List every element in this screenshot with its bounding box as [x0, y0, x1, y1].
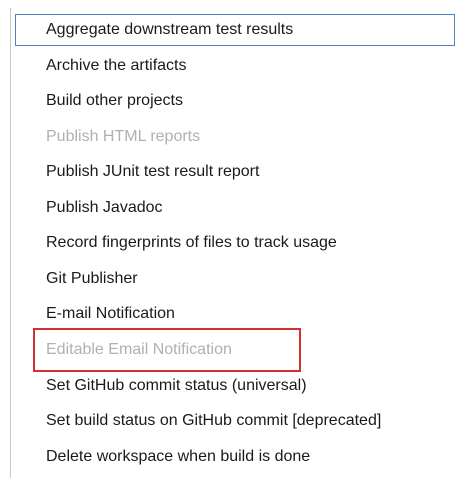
menu-item-build-other-projects[interactable]: Build other projects — [11, 84, 183, 118]
menu-item-label: Publish Javadoc — [46, 199, 163, 216]
menu-item-label: Record fingerprints of files to track us… — [46, 234, 337, 251]
menu-item-label: Aggregate downstream test results — [46, 21, 294, 38]
menu-item-set-build-status-on-github-commit[interactable]: Set build status on GitHub commit [depre… — [11, 404, 381, 438]
menu-item-record-fingerprints[interactable]: Record fingerprints of files to track us… — [11, 226, 337, 260]
menu-item-label: Publish HTML reports — [46, 128, 201, 145]
post-build-action-dropdown[interactable]: Aggregate downstream test results Archiv… — [10, 8, 456, 478]
menu-item-aggregate-downstream-test-results[interactable]: Aggregate downstream test results — [15, 14, 455, 46]
menu-item-e-mail-notification[interactable]: E-mail Notification — [11, 297, 175, 331]
menu-item-editable-email-notification: Editable Email Notification — [11, 333, 232, 367]
menu-item-delete-workspace[interactable]: Delete workspace when build is done — [11, 440, 310, 474]
menu-item-label: Build other projects — [46, 92, 183, 109]
menu-item-label: Git Publisher — [46, 270, 138, 287]
menu-item-label: Archive the artifacts — [46, 57, 187, 74]
menu-item-label: Delete workspace when build is done — [46, 448, 311, 465]
menu-item-archive-the-artifacts[interactable]: Archive the artifacts — [11, 49, 187, 83]
menu-item-set-github-commit-status[interactable]: Set GitHub commit status (universal) — [11, 369, 307, 403]
menu-item-label: Editable Email Notification — [46, 341, 232, 358]
menu-item-label: E-mail Notification — [46, 305, 175, 322]
menu-item-label: Publish JUnit test result report — [46, 163, 260, 180]
menu-item-publish-junit-test-result-report[interactable]: Publish JUnit test result report — [11, 155, 259, 189]
menu-item-label: Set build status on GitHub commit [depre… — [46, 412, 382, 429]
menu-item-git-publisher[interactable]: Git Publisher — [11, 262, 138, 296]
menu-item-publish-javadoc[interactable]: Publish Javadoc — [11, 191, 163, 225]
menu-item-label: Set GitHub commit status (universal) — [46, 377, 307, 394]
menu-item-publish-html-reports: Publish HTML reports — [11, 120, 200, 154]
